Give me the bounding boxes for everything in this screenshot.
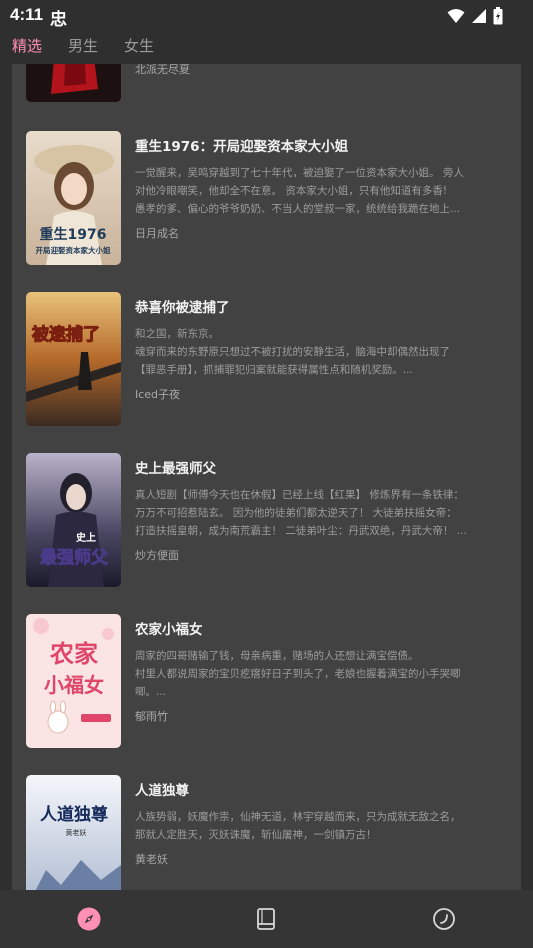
- list-item[interactable]: 农家 小福女 农家小福女 周家的四哥赌输了钱，母亲病重，赌场的人还想让满宝偿债。…: [26, 614, 511, 748]
- book-intro: 和之国，新东京。 魂穿而来的东野原只想过不被打扰的安静生活，脑海中却偶然出现了 …: [135, 328, 450, 376]
- history-icon: [433, 908, 455, 930]
- book-author: 黄老妖: [135, 853, 168, 866]
- cover-subtitle: 小福女: [44, 673, 104, 697]
- book-intro: 一觉醒来，吴鸣穿越到了七十年代，被迫娶了一位资本家大小姐。 旁人 对他冷眼嘲笑，…: [135, 167, 464, 215]
- nav-bookshelf[interactable]: [251, 904, 281, 934]
- book-title[interactable]: 农家小福女: [135, 618, 511, 638]
- cover-title: 被逮捕了: [32, 324, 100, 345]
- list-item[interactable]: 重生1976 开局迎娶资本家大小姐 重生1976：开局迎娶资本家大小姐 一觉醒来…: [26, 131, 511, 265]
- nav-discover[interactable]: [74, 904, 104, 934]
- list-item[interactable]: 史上 最强师父 史上最强师父 真人短剧【师傅今天也在休假】已经上线【红果】 修炼…: [26, 453, 511, 587]
- book-intro: 真人短剧【师傅今天也在休假】已经上线【红果】 修炼界有一条铁律： 万万不可招惹陆…: [135, 489, 467, 537]
- status-time: 4:11: [10, 5, 44, 24]
- nav-history[interactable]: [429, 904, 459, 934]
- cover-author: 黄老妖: [66, 828, 87, 837]
- book-intro: 周家的四哥赌输了钱，母亲病重，赌场的人还想让满宝偿债。 村里人都说周家的宝贝疙瘩…: [135, 650, 461, 698]
- book-cover[interactable]: 史上 最强师父: [26, 453, 121, 587]
- status-icons: [447, 6, 503, 26]
- cover-title: 农家: [49, 640, 98, 668]
- cover-title: 人道独尊: [40, 804, 108, 825]
- tab-featured[interactable]: 精选: [12, 32, 42, 62]
- cover-subtitle: 开局迎娶资本家大小姐: [36, 245, 111, 255]
- book-title[interactable]: 重生1976：开局迎娶资本家大小姐: [135, 135, 511, 155]
- book-intro: 人族势弱，妖魔作祟，仙神无道，林宇穿越而来，只为成就无敌之名， 那就人定胜天，灭…: [135, 811, 461, 841]
- tab-male[interactable]: 男生: [68, 32, 98, 62]
- book-title[interactable]: 人道独尊: [135, 779, 511, 799]
- cover-title: 最强师父: [40, 547, 109, 568]
- book-author: 炒方便面: [135, 549, 179, 562]
- status-bar: 4:11 忠: [0, 0, 533, 32]
- book-author: 日月成名: [135, 227, 179, 240]
- signal-icon: [472, 9, 486, 23]
- discover-icon: [77, 907, 101, 931]
- book-author: 郁雨竹: [135, 710, 168, 723]
- book-cover[interactable]: 农家 小福女: [26, 614, 121, 748]
- book-cover[interactable]: 人道独尊 黄老妖: [26, 775, 121, 890]
- book-cover[interactable]: 被逮捕了: [26, 292, 121, 426]
- battery-icon: [493, 7, 503, 25]
- cover-subtitle: 史上: [76, 531, 96, 544]
- book-cover[interactable]: [26, 64, 121, 102]
- notification-icon: 忠: [50, 10, 67, 30]
- book-title[interactable]: 恭喜你被逮捕了: [135, 296, 511, 316]
- tab-female[interactable]: 女生: [124, 32, 154, 62]
- book-author: 北派无尽夏: [135, 64, 190, 76]
- book-cover[interactable]: 重生1976 开局迎娶资本家大小姐: [26, 131, 121, 265]
- category-tabs: 精选 男生 女生: [0, 32, 533, 62]
- bookshelf-icon: [257, 908, 275, 930]
- book-author: Iced子夜: [135, 388, 181, 401]
- list-item[interactable]: 人道独尊 黄老妖 人道独尊 人族势弱，妖魔作祟，仙神无道，林宇穿越而来，只为成就…: [26, 775, 511, 890]
- app-screen: 4:11 忠 精选 男生 女生 北派无尽夏 重生1976 开局迎娶资本家大小姐 …: [0, 0, 533, 948]
- wifi-icon: [447, 9, 465, 23]
- book-list: 北派无尽夏 重生1976 开局迎娶资本家大小姐 重生1976：开局迎娶资本家大小…: [12, 64, 521, 890]
- book-title[interactable]: 史上最强师父: [135, 457, 511, 477]
- cover-title: 重生1976: [40, 226, 107, 243]
- list-item[interactable]: 被逮捕了 恭喜你被逮捕了 和之国，新东京。 魂穿而来的东野原只想过不被打扰的安静…: [26, 292, 511, 426]
- bottom-nav: [0, 890, 533, 948]
